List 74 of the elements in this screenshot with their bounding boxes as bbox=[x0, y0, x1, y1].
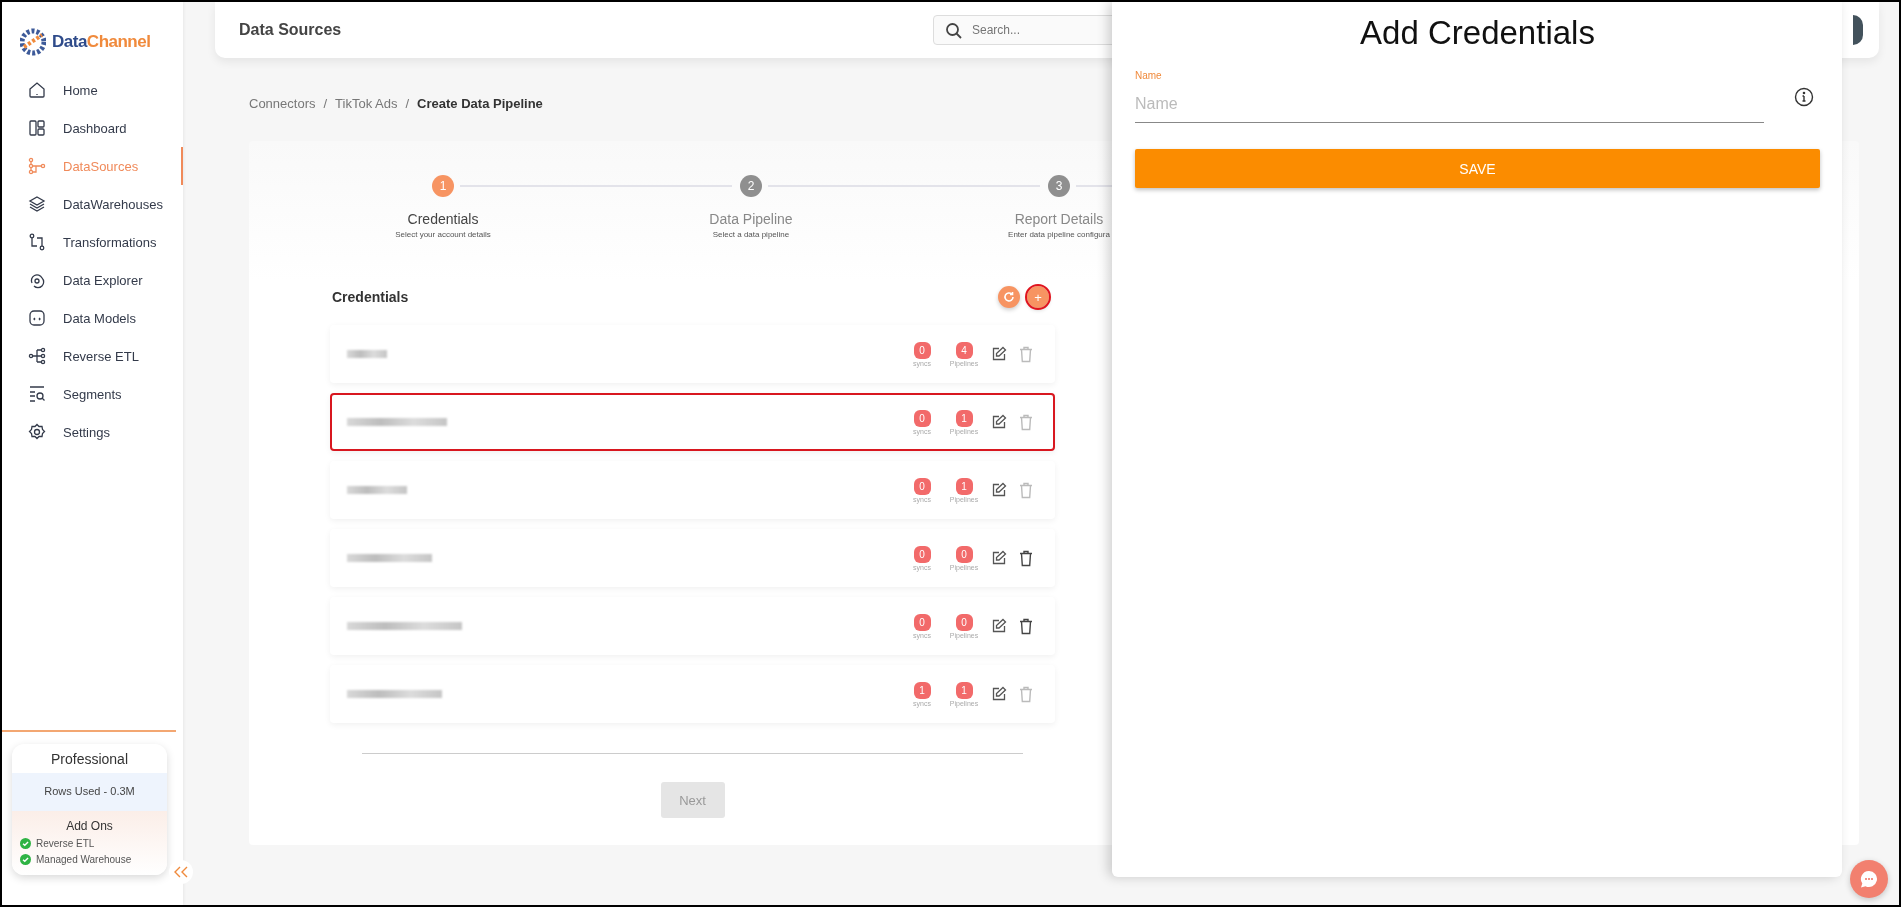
dashboard-icon bbox=[28, 119, 46, 137]
step-title: Report Details bbox=[1014, 211, 1104, 227]
edit-icon[interactable] bbox=[991, 686, 1007, 702]
addon-label: Managed Warehouse bbox=[36, 854, 132, 865]
count-badge: 1 bbox=[913, 681, 931, 699]
settings-icon bbox=[28, 423, 46, 441]
count-badge: 0 bbox=[913, 477, 931, 495]
chat-bubble-icon bbox=[1859, 869, 1879, 889]
branch-icon bbox=[28, 157, 46, 175]
swap-icon bbox=[28, 233, 46, 251]
count-badge: 0 bbox=[913, 409, 931, 427]
code-box-icon bbox=[28, 309, 46, 327]
breadcrumb-separator: / bbox=[405, 96, 410, 111]
step-title: Credentials bbox=[407, 211, 479, 227]
breadcrumb-item[interactable]: Connectors bbox=[249, 96, 316, 111]
refresh-icon bbox=[1003, 291, 1015, 303]
avatar[interactable] bbox=[1853, 15, 1863, 45]
sidebar-item[interactable]: Settings bbox=[2, 413, 183, 451]
edit-icon[interactable] bbox=[991, 550, 1007, 566]
step-subtitle: Select a data pipeline bbox=[712, 230, 790, 239]
list-search-icon bbox=[28, 385, 46, 403]
step-number: 3 bbox=[1048, 175, 1070, 197]
sidebar-item[interactable]: Dashboard bbox=[2, 109, 183, 147]
step-subtitle: Select your account details bbox=[395, 230, 491, 239]
count-badge: 0 bbox=[913, 613, 931, 631]
addons-title: Add Ons bbox=[65, 819, 114, 833]
layers-icon bbox=[28, 195, 46, 213]
redacted-name bbox=[347, 350, 387, 358]
breadcrumb-separator: / bbox=[323, 96, 328, 111]
count-badge: 0 bbox=[955, 613, 973, 631]
edit-icon[interactable] bbox=[991, 346, 1007, 362]
logo-icon bbox=[20, 27, 46, 57]
step-number: 1 bbox=[432, 175, 454, 197]
trash-icon[interactable] bbox=[1019, 617, 1033, 635]
double-chevron-left-icon bbox=[174, 866, 188, 878]
sidebar-item[interactable]: Home bbox=[2, 71, 183, 109]
page-title: Data Sources bbox=[239, 21, 342, 39]
home-icon bbox=[28, 81, 46, 99]
step-number: 2 bbox=[740, 175, 762, 197]
sidebar-item[interactable]: Segments bbox=[2, 375, 183, 413]
count-badge: 0 bbox=[955, 545, 973, 563]
edit-icon[interactable] bbox=[991, 414, 1007, 430]
count-badge: 0 bbox=[913, 341, 931, 359]
count-badge: 0 bbox=[913, 545, 931, 563]
info-icon[interactable] bbox=[1794, 86, 1814, 107]
sidebar-item[interactable]: Transformations bbox=[2, 223, 183, 261]
dialog-title: Add Credentials bbox=[1359, 14, 1596, 52]
edit-icon[interactable] bbox=[991, 618, 1007, 634]
section-title: Credentials bbox=[332, 289, 409, 305]
sidebar-item[interactable]: Data Models bbox=[2, 299, 183, 337]
sidebar-item[interactable]: Data Explorer bbox=[2, 261, 183, 299]
sidebar-item[interactable]: DataWarehouses bbox=[2, 185, 183, 223]
plan-name: Professional bbox=[49, 750, 129, 769]
count-badge: 1 bbox=[955, 409, 973, 427]
trash-icon[interactable] bbox=[1019, 549, 1033, 567]
sidebar-item[interactable]: DataSources bbox=[2, 147, 183, 185]
addon-label: Reverse ETL bbox=[36, 838, 95, 849]
count-badge: 1 bbox=[955, 681, 973, 699]
add-button[interactable]: + bbox=[1027, 286, 1049, 308]
logo-text: DataChannel bbox=[52, 32, 151, 52]
step-subtitle: Enter data pipeline configura bbox=[1008, 230, 1110, 239]
save-button[interactable]: SAVE bbox=[1135, 149, 1820, 188]
step-title: Data Pipeline bbox=[709, 211, 793, 227]
count-badge: 4 bbox=[955, 341, 973, 359]
sidebar-item[interactable]: Reverse ETL bbox=[2, 337, 183, 375]
chat-button[interactable] bbox=[1850, 860, 1888, 898]
breadcrumb-item[interactable]: TikTok Ads bbox=[335, 96, 398, 111]
breadcrumb-item: Create Data Pipeline bbox=[417, 96, 543, 111]
redacted-name bbox=[347, 486, 407, 494]
edit-icon[interactable] bbox=[991, 482, 1007, 498]
usage-text: Rows Used - 0.3M bbox=[12, 773, 167, 811]
hierarchy-icon bbox=[28, 347, 46, 365]
count-badge: 1 bbox=[955, 477, 973, 495]
field-label: Name bbox=[1135, 70, 1162, 81]
